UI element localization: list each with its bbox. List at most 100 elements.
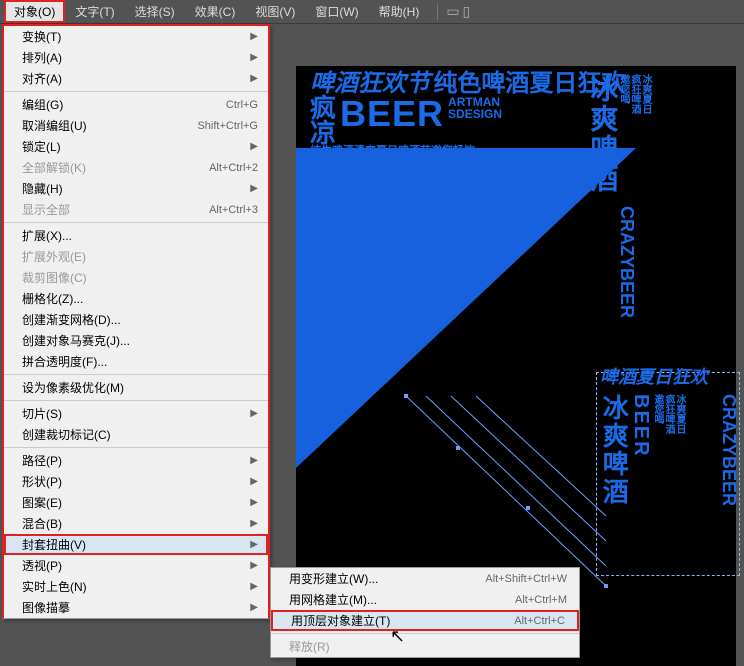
menu-label: 编组(G) [22,96,63,113]
menu-label: 隐藏(H) [22,180,63,197]
menu-label: 取消编组(U) [22,117,87,134]
menu-label: 扩展外观(E) [22,248,86,265]
shortcut: Alt+Shift+Ctrl+W [485,573,567,585]
shortcut: Alt+Ctrl+3 [209,204,258,216]
menu-type[interactable]: 文字(T) [65,0,124,23]
menu--a-[interactable]: 对齐(A) ▶ [4,68,268,89]
menu--a-[interactable]: 排列(A) ▶ [4,47,268,68]
menu--u-[interactable]: 取消编组(U) Shift+Ctrl+G [4,115,268,136]
menu--[interactable]: 图像描摹 ▶ [4,597,268,618]
chevron-right-icon: ▶ [250,539,258,550]
menu-label: 变换(T) [22,28,61,45]
separator [4,400,268,401]
menu-label: 显示全部 [22,201,70,218]
chevron-right-icon: ▶ [250,602,258,613]
text2-summer: 冰爽夏日 [674,394,685,434]
menu-window[interactable]: 窗口(W) [305,0,368,23]
menu--k-: 全部解锁(K) Alt+Ctrl+2 [4,157,268,178]
text2-crazy: 疯狂啤酒 [663,394,674,434]
menu--d-[interactable]: 创建渐变网格(D)... [4,309,268,330]
menu-label: 全部解锁(K) [22,159,86,176]
menu-label: 透视(P) [22,557,62,574]
menu-select[interactable]: 选择(S) [125,0,185,23]
menu-label: 混合(B) [22,515,62,532]
menu-label: 图案(E) [22,494,62,511]
text2-row3: 啤酒夏日狂欢 [600,368,708,386]
chevron-right-icon: ▶ [250,408,258,419]
menu--z-[interactable]: 栅格化(Z)... [4,288,268,309]
text2-invite: 邀您喝 [652,394,663,424]
chevron-right-icon: ▶ [250,497,258,508]
shortcut: Shift+Ctrl+G [197,120,258,132]
submenu--m-[interactable]: 用网格建立(M)... Alt+Ctrl+M [271,589,579,610]
text-vert-liang: 凉 [310,121,336,146]
menu-label: 锁定(L) [22,138,61,155]
separator [4,374,268,375]
menu--c-[interactable]: 创建裁切标记(C) [4,424,268,445]
menu--n-[interactable]: 实时上色(N) ▶ [4,576,268,597]
menu--l-[interactable]: 锁定(L) ▶ [4,136,268,157]
menu--v-[interactable]: 封套扭曲(V) ▶ [4,534,268,555]
menu--t-[interactable]: 变换(T)▶ [4,26,268,47]
menu-label: 创建对象马赛克(J)... [22,332,130,349]
chevron-right-icon: ▶ [250,581,258,592]
menu--e-[interactable]: 图案(E) ▶ [4,492,268,513]
menu-label: 路径(P) [22,452,62,469]
menu-label: 栅格化(Z)... [22,290,83,307]
text-beer: BEER [340,96,444,133]
dropdown-object: 变换(T)▶排列(A)▶对齐(A)▶编组(G)Ctrl+G取消编组(U)Shif… [2,24,270,619]
text-vert-crazy: 疯狂啤酒 [629,74,640,114]
shortcut: Ctrl+G [226,99,258,111]
text2-beer-vert: BEER [630,394,651,458]
menu--h-[interactable]: 隐藏(H)▶ [4,178,268,199]
chevron-right-icon: ▶ [250,476,258,487]
workspace-layout-icon[interactable]: ▭▯ [446,3,473,20]
menu-effect[interactable]: 效果(C) [185,0,246,23]
menu-label: 拼合透明度(F)... [22,353,107,370]
menu-label: 排列(A) [22,49,62,66]
menu-label: 对齐(A) [22,70,62,87]
shortcut: Alt+Ctrl+M [515,594,567,606]
chevron-right-icon: ▶ [250,518,258,529]
menu--f-[interactable]: 拼合透明度(F)... [4,351,268,372]
menu--e-: 扩展外观(E) [4,246,268,267]
menu--m-[interactable]: 设为像素级优化(M) [4,377,268,398]
text-vert-invite: 邀您喝 [618,74,629,104]
text2-vert-ice: 冰爽啤酒 [600,394,627,506]
submenu--r-: 释放(R) [271,636,579,657]
chevron-right-icon: ▶ [250,141,258,152]
menu--c-: 裁剪图像(C) [4,267,268,288]
shortcut: Alt+Ctrl+2 [209,162,258,174]
separator [271,633,579,634]
chevron-right-icon: ▶ [250,73,258,84]
menu--g-[interactable]: 编组(G) Ctrl+G [4,94,268,115]
menu-label: 实时上色(N) [22,578,87,595]
separator [4,447,268,448]
menu-label: 图像描摹 [22,599,70,616]
menu--p-[interactable]: 透视(P) ▶ [4,555,268,576]
menu--s-[interactable]: 切片(S) ▶ [4,403,268,424]
menu-label: 切片(S) [22,405,62,422]
menu--p-[interactable]: 路径(P) ▶ [4,450,268,471]
menu--j-[interactable]: 创建对象马赛克(J)... [4,330,268,351]
chevron-right-icon: ▶ [250,560,258,571]
chevron-right-icon: ▶ [250,52,258,63]
menu-view[interactable]: 视图(V) [245,0,305,23]
menu-label: 封套扭曲(V) [22,536,86,553]
menu--b-[interactable]: 混合(B) ▶ [4,513,268,534]
menu-label: 用变形建立(W)... [289,570,378,587]
menu-label: 设为像素级优化(M) [22,379,124,396]
chevron-right-icon: ▶ [250,455,258,466]
separator [4,91,268,92]
submenu--t-[interactable]: 用顶层对象建立(T)Alt+Ctrl+C [271,610,579,631]
menu--p-[interactable]: 形状(P) ▶ [4,471,268,492]
submenu--w-[interactable]: 用变形建立(W)... Alt+Shift+Ctrl+W [271,568,579,589]
menu-help[interactable]: 帮助(H) [369,0,430,23]
text2-crazybeer: CRAZYBEER [718,394,738,506]
menu--x-[interactable]: 扩展(X)... [4,225,268,246]
menu-object[interactable]: 对象(O) [4,0,65,23]
menu-label: 创建裁切标记(C) [22,426,111,443]
menu-label: 创建渐变网格(D)... [22,311,121,328]
menu-label: 形状(P) [22,473,62,490]
menu-label: 用网格建立(M)... [289,591,377,608]
